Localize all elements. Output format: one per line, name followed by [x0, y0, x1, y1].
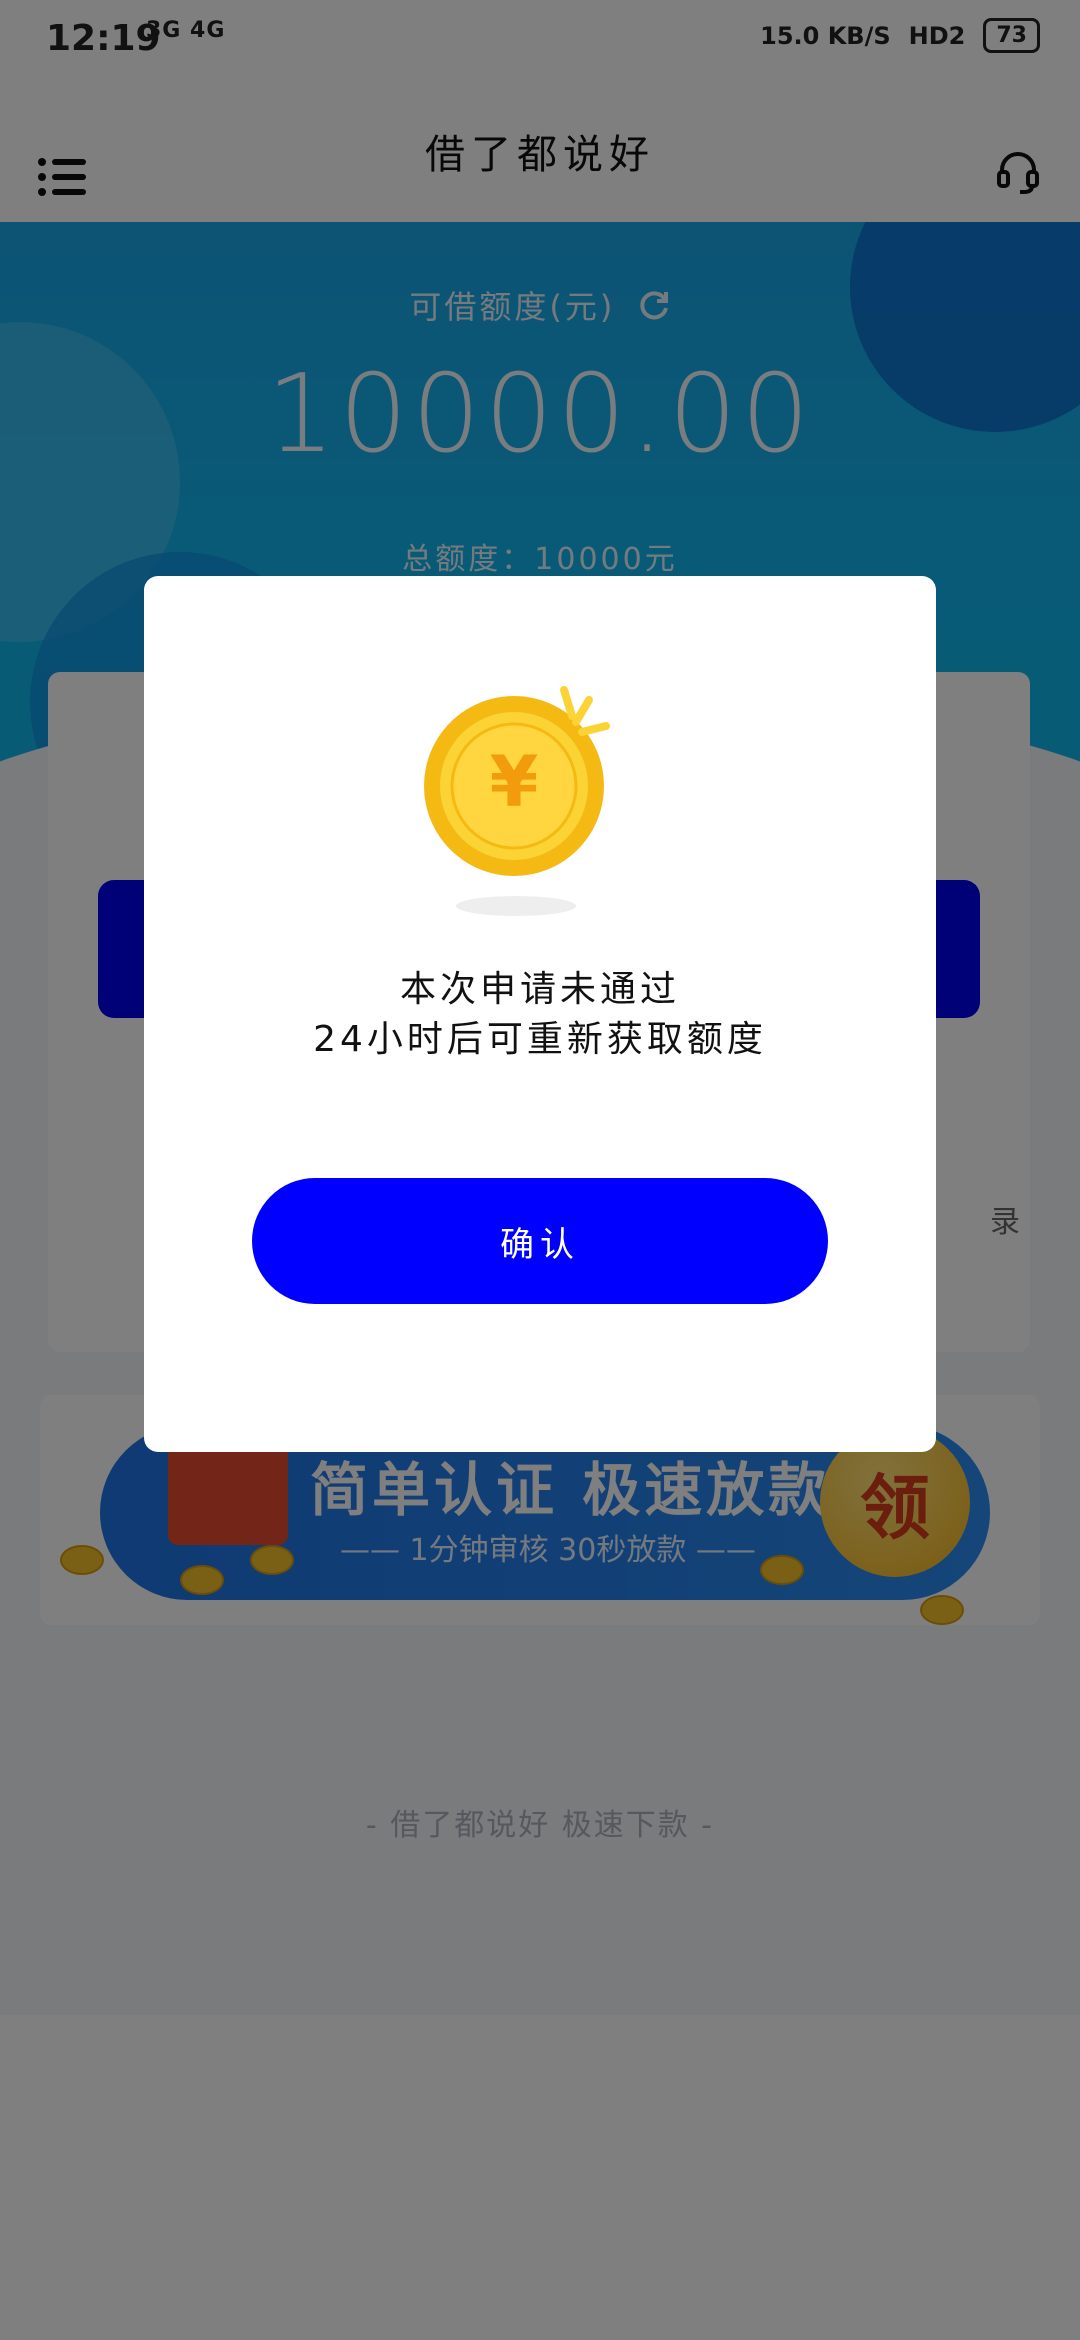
yuan-coin-icon: ¥	[424, 676, 644, 916]
yuan-coin-svg: ¥	[424, 686, 610, 916]
svg-text:¥: ¥	[490, 741, 539, 823]
result-dialog: ¥ 本次申请未通过 24小时后可重新获取额度 确认	[144, 576, 936, 1452]
dialog-message-line2: 24小时后可重新获取额度	[313, 1019, 767, 1060]
dialog-message-line1: 本次申请未通过	[399, 969, 680, 1010]
confirm-button[interactable]: 确认	[252, 1178, 828, 1304]
